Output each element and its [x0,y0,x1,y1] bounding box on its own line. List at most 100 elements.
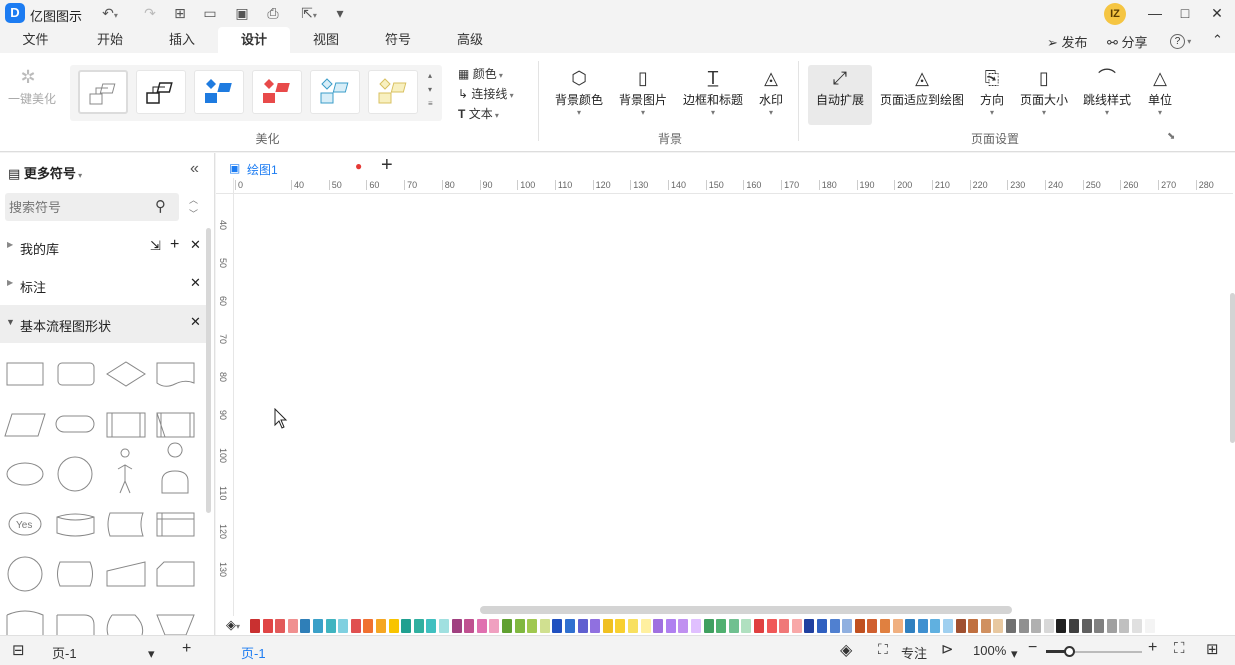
search-icon[interactable]: ⚲ [155,197,166,215]
color-swatch[interactable] [1119,619,1130,633]
new-file-icon[interactable]: ⊞ [170,4,190,22]
export-library-icon[interactable]: ⇲ [150,238,161,254]
tab-insert[interactable]: 插入 [152,27,212,53]
color-swatch[interactable] [1081,619,1092,633]
close-icon[interactable]: ✕ [190,314,201,330]
add-page-icon[interactable]: + [381,154,393,177]
color-swatch[interactable] [388,619,399,633]
color-swatch[interactable] [275,619,286,633]
document-tab[interactable]: ▣ 绘图1 ● [229,156,374,180]
color-swatch[interactable] [350,619,361,633]
help-button[interactable]: ? ▾ [1170,32,1191,49]
horizontal-scrollbar[interactable] [480,606,1012,614]
color-swatch[interactable] [628,619,638,633]
color-swatch[interactable] [640,619,651,633]
color-swatch[interactable] [565,619,575,633]
color-swatch[interactable] [262,619,273,633]
more-symbols-button[interactable]: ▤ 更多符号 ▾ [8,163,82,182]
color-swatch[interactable] [905,619,916,633]
theme-thumb[interactable] [78,70,128,114]
color-swatch[interactable] [300,619,311,633]
color-swatch[interactable] [552,619,563,633]
border-title-button[interactable]: T̲ 边框和标题 ▾ [680,65,746,125]
color-swatch[interactable] [287,619,298,633]
zoom-in-icon[interactable]: + [1148,639,1157,657]
watermark-button[interactable]: ◬ 水印 ▾ [755,65,787,125]
color-swatch[interactable] [1069,619,1079,633]
color-swatch[interactable] [1106,619,1117,633]
add-icon[interactable]: + [170,236,179,254]
color-swatch[interactable] [728,619,739,633]
color-swatch[interactable] [766,619,777,633]
tab-advanced[interactable]: 高级 [440,27,500,53]
color-swatch[interactable] [338,619,349,633]
color-swatch[interactable] [665,619,676,633]
bg-image-button[interactable]: ▯ 背景图片 ▾ [616,65,670,125]
user-avatar[interactable]: IZ [1104,3,1126,25]
export-icon[interactable]: ⇱▾ [294,4,324,22]
theme-thumb[interactable] [368,70,418,114]
tab-symbol[interactable]: 符号 [368,27,428,53]
bg-color-button[interactable]: ⬡ 背景颜色 ▾ [552,65,606,125]
print-icon[interactable]: ⎙ [263,4,283,22]
color-swatch[interactable] [250,619,260,633]
theme-thumb[interactable] [136,70,186,114]
color-swatch[interactable] [363,619,374,633]
text-button[interactable]: T 文本 ▾ [458,105,499,122]
play-icon[interactable]: ⊳ [941,640,954,658]
color-swatch[interactable] [1006,619,1016,633]
page-dropdown-icon[interactable]: ▾ [148,646,155,662]
theme-thumb[interactable] [252,70,302,114]
color-swatch[interactable] [590,619,601,633]
panel-scrollbar[interactable] [206,228,211,513]
color-swatch[interactable] [993,619,1004,633]
color-swatch[interactable] [943,619,953,633]
search-scroll-icon[interactable]: ︿ ﹀ [189,193,198,221]
tab-view[interactable]: 视图 [296,27,356,53]
layers-icon[interactable]: ◈ [840,640,852,660]
color-swatch[interactable] [401,619,412,633]
customize-quick-access-icon[interactable]: ▾ [330,4,350,22]
color-swatch[interactable] [842,619,853,633]
color-swatch[interactable] [325,619,336,633]
color-swatch[interactable] [602,619,613,633]
color-swatch[interactable] [804,619,815,633]
library-callout[interactable]: ▶ 标注 ✕ [0,266,207,304]
symbol-search[interactable]: ⚲ [5,193,179,221]
color-swatch[interactable] [880,619,890,633]
close-window-icon[interactable]: ✕ [1204,3,1230,23]
color-swatch[interactable] [1094,619,1105,633]
beautify-button[interactable]: ✲ 一键美化 [8,67,56,107]
page-list-icon[interactable]: ⊟ [12,641,25,659]
zoom-dropdown-icon[interactable]: ▾ [1011,646,1018,662]
close-icon[interactable]: ✕ [190,237,201,253]
color-swatch[interactable] [1018,619,1029,633]
zoom-level[interactable]: 100% [973,643,1006,658]
color-swatch[interactable] [791,619,802,633]
collapse-panel-icon[interactable]: « [190,160,199,178]
library-my-library[interactable]: ▶ 我的库 ⇲ + ✕ [0,228,207,266]
save-icon[interactable]: ▣ [232,4,252,22]
library-basic-flowchart[interactable]: ▼ 基本流程图形状 ✕ [0,305,207,343]
color-button[interactable]: ▦ 颜色 ▾ [458,65,503,82]
color-swatch[interactable] [464,619,475,633]
color-swatch[interactable] [539,619,550,633]
focus-icon[interactable]: ⛶ [878,641,888,658]
color-swatch[interactable] [955,619,966,633]
color-swatch[interactable] [527,619,538,633]
color-swatch[interactable] [376,619,386,633]
color-swatch[interactable] [489,619,500,633]
color-swatch[interactable] [413,619,424,633]
color-swatch[interactable] [703,619,714,633]
theme-thumb[interactable] [194,70,244,114]
vertical-scrollbar[interactable] [1230,293,1235,443]
page-settings-launcher-icon[interactable]: ⬊ [1167,131,1175,142]
color-swatch[interactable] [502,619,512,633]
search-input[interactable] [9,198,149,216]
gallery-scroll-icon[interactable]: ▴ ▾ ≡ [428,69,433,111]
color-swatch[interactable] [930,619,941,633]
zoom-slider[interactable] [1046,646,1142,657]
color-swatch[interactable] [678,619,689,633]
zoom-slider-handle[interactable] [1064,646,1075,657]
undo-icon[interactable]: ↶▾ [100,4,120,22]
